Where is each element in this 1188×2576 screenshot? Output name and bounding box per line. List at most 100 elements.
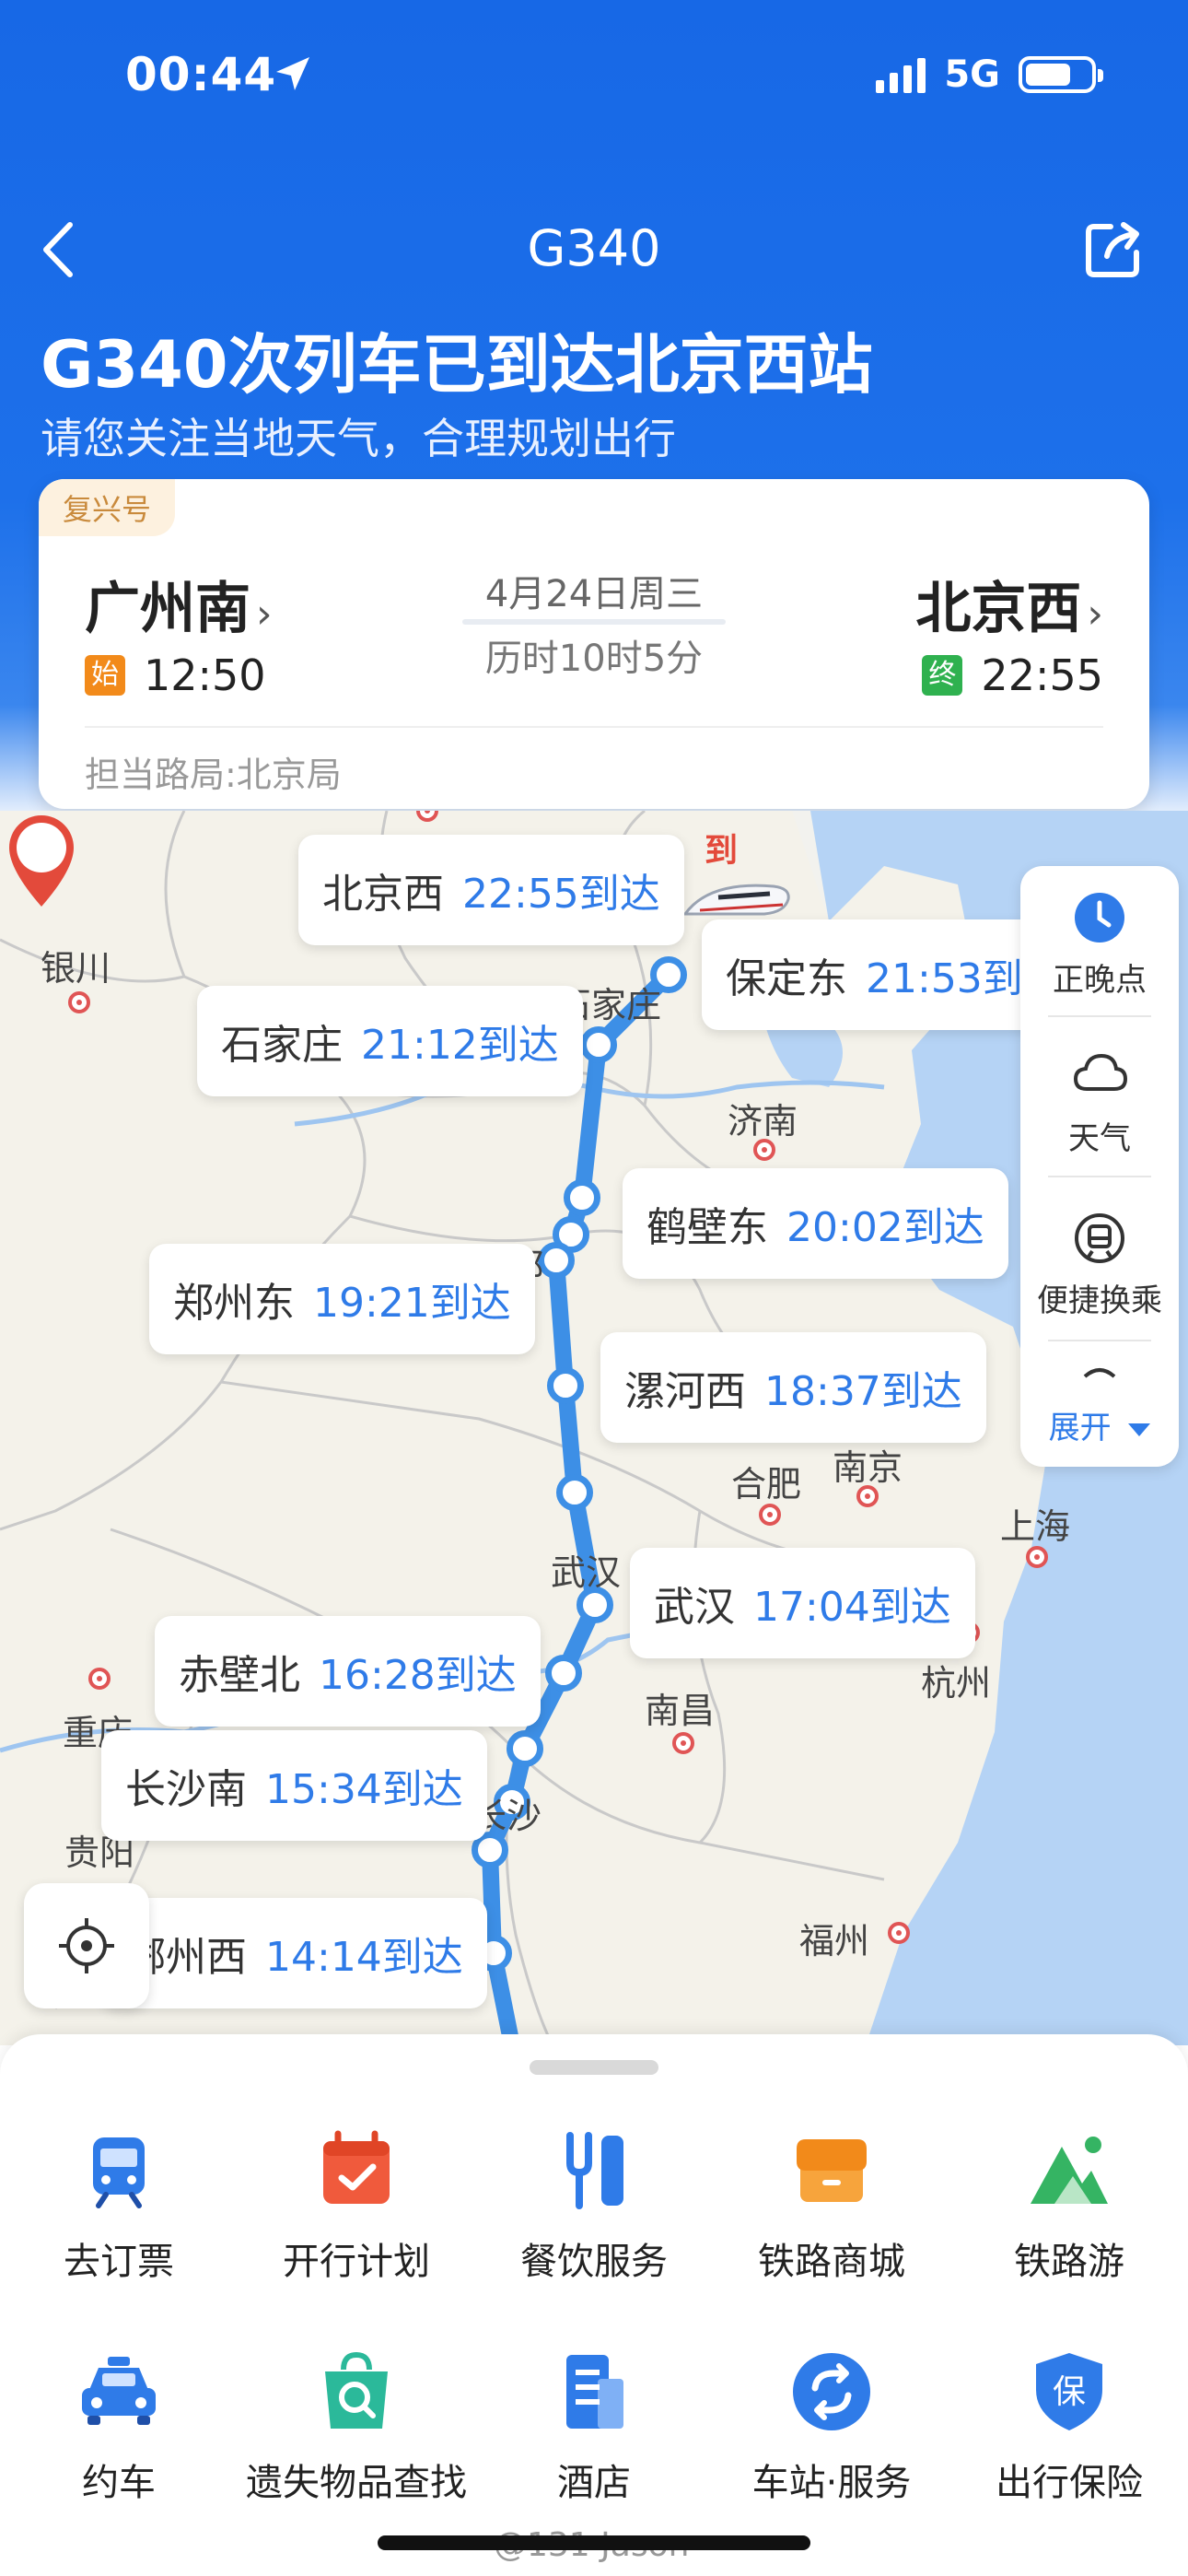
service-label: 出行保险 [996,2462,1143,2504]
service-insurance[interactable]: 保 出行保险 [950,2348,1188,2506]
route-map[interactable]: 银川 济南 合肥 南京 上海 杭州 南昌 重庆 贵阳 福州 武汉 石家庄 郑 长… [0,811,1188,2045]
city-label: 济南 [728,1101,798,1142]
station-name: 长沙南 [125,1766,247,1813]
home-indicator[interactable] [378,2535,810,2550]
destination-station-name: 北京西 [915,577,1082,641]
arrived-pin-label: 到 [704,832,738,870]
service-label: 遗失物品查找 [246,2462,467,2504]
service-schedule[interactable]: 开行计划 [238,2126,475,2285]
weather-button[interactable]: 天气 [1020,1113,1179,1158]
clock-icon[interactable] [1072,890,1127,945]
route-stop-dot[interactable] [556,1474,593,1511]
station-name: 鹤壁东 [646,1204,768,1251]
service-car[interactable]: 约车 [0,2348,238,2506]
station-name: 郑州东 [173,1280,295,1327]
service-travel[interactable]: 铁路游 [950,2126,1188,2285]
hotel-icon [566,2355,623,2429]
weather-cloud-icon[interactable] [1072,1050,1127,1096]
city-dot [88,1668,111,1690]
station-bubble[interactable]: 石家庄 21:12到达 [197,986,583,1096]
station-name: 北京西 [322,871,444,918]
city-label: 武汉 [551,1552,622,1593]
city-label: 银川 [41,948,111,989]
station-bubble[interactable]: 郑州东 19:21到达 [149,1244,535,1354]
service-dining[interactable]: 餐饮服务 [475,2126,713,2285]
services-sheet: 去订票 开行计划 餐饮服务 铁路商城 铁路游 约车 遗失物品查找 酒店 车站·服… [0,2034,1188,2576]
divider [85,726,1103,728]
service-label: 约车 [82,2462,156,2504]
train-ticket-icon [93,2137,145,2208]
transfer-button[interactable]: 便捷换乘 [1020,1275,1179,1320]
route-stop-dot[interactable] [545,1655,582,1692]
transfer-icon[interactable] [1072,1211,1127,1266]
service-label: 酒店 [557,2462,631,2504]
locate-button[interactable] [24,1883,149,2008]
station-name: 保定东 [726,955,847,1002]
divider [1048,1015,1151,1017]
station-bubble[interactable]: 赤壁北 16:28到达 [155,1616,541,1727]
journey-line [462,619,726,625]
station-arrival: 15:34到达 [265,1766,463,1813]
station-arrival: 16:28到达 [319,1652,517,1699]
end-tag: 终 [922,655,963,696]
lost-found-icon [325,2351,388,2429]
station-bubble[interactable]: 漯河西 18:37到达 [600,1332,986,1443]
weather-tip: 请您关注当地天气，合理规划出行 [41,414,676,463]
divider [1048,1340,1151,1341]
station-name: 漯河西 [624,1368,746,1415]
arrival-time: 22:55 [981,650,1103,700]
battery-icon [1019,56,1103,93]
crosshair-icon [59,1918,114,1973]
punctuality-button[interactable]: 正晚点 [1020,954,1179,1000]
city-label: 杭州 [921,1663,992,1704]
service-station[interactable]: 车站·服务 [713,2348,950,2506]
route-stop-dot[interactable] [564,1179,600,1216]
sheet-grabber[interactable] [530,2060,658,2075]
calendar-icon [323,2130,390,2204]
expand-button[interactable]: 展开 [1020,1402,1179,1447]
station-bubble[interactable]: 长沙南 15:34到达 [101,1730,487,1841]
city-dot [68,991,90,1013]
station-service-icon [793,2353,870,2430]
triangle-down-icon [1128,1423,1151,1436]
service-label: 车站·服务 [751,2462,912,2504]
expand-label: 展开 [1048,1410,1112,1446]
route-stop-dot[interactable] [580,1026,617,1063]
arrival-headline: G340次列车已到达北京西站 [41,327,873,403]
service-lost-found[interactable]: 遗失物品查找 [238,2348,475,2506]
station-name: 武汉 [654,1584,735,1631]
station-name: 赤壁北 [179,1652,300,1699]
taxi-icon [82,2357,156,2425]
destination-station[interactable]: 北京西 › [915,564,1103,644]
station-arrival: 17:04到达 [753,1584,951,1631]
service-label: 铁路商城 [758,2241,905,2283]
city-label: 上海 [1000,1506,1071,1547]
status-time: 00:44 [125,48,277,101]
city-dot [753,1139,775,1161]
service-mall[interactable]: 铁路商城 [713,2126,950,2285]
service-book-ticket[interactable]: 去订票 [0,2126,238,2285]
service-label: 餐饮服务 [520,2241,668,2283]
station-bubble[interactable]: 郴州西 14:14到达 [101,1898,487,2008]
city-dot [888,1922,910,1944]
city-label: 南昌 [645,1691,716,1731]
city-label: 福州 [799,1921,870,1961]
station-bubble[interactable]: 北京西 22:55到达 [298,835,684,945]
service-hotel[interactable]: 酒店 [475,2348,713,2506]
more-icon [1083,1368,1116,1378]
destination-time-row: 终 22:55 [922,650,1103,700]
city-dot [759,1504,781,1526]
station-bubble[interactable]: 武汉 17:04到达 [630,1548,975,1658]
city-label: 合肥 [731,1464,802,1505]
city-dot [672,1732,694,1754]
route-stop-dot[interactable] [547,1367,584,1404]
status-right: 5G [876,53,1103,96]
share-icon[interactable] [1083,217,1146,280]
signal-icon [876,56,926,93]
station-name: 石家庄 [221,1022,343,1069]
arrived-pin-icon [9,815,74,907]
station-bubble[interactable]: 鹤壁东 20:02到达 [623,1168,1008,1279]
map-side-panel: 正晚点 天气 便捷换乘 展开 [1020,866,1179,1467]
nav-title: G340 [527,219,661,277]
route-stop-dot[interactable] [507,1730,543,1767]
